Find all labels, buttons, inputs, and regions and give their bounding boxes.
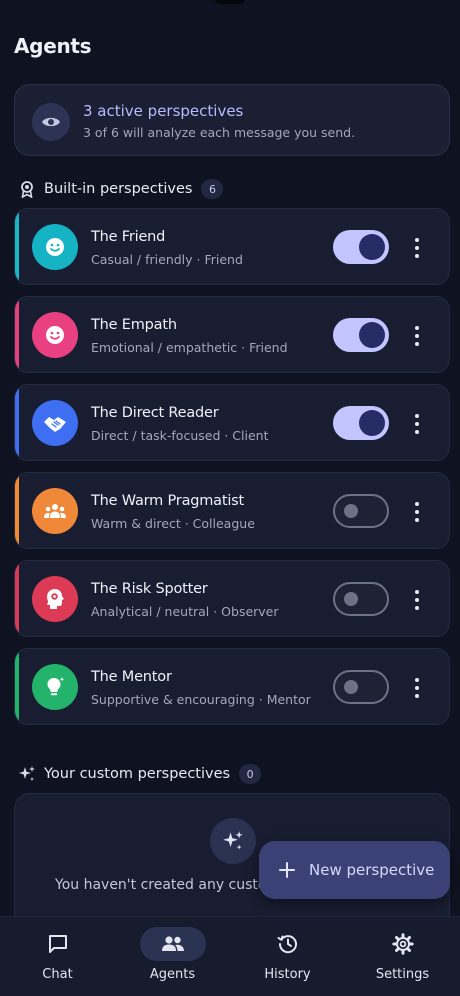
people-icon: [139, 927, 206, 961]
nav-agents[interactable]: Agents: [115, 917, 230, 996]
more-dot: [415, 606, 419, 610]
chat-icon: [25, 927, 91, 961]
more-dot: [415, 342, 419, 346]
gear-icon: [370, 927, 436, 961]
agent-card[interactable]: The Friend Casual / friendly · Friend: [14, 208, 450, 285]
more-dot: [415, 430, 419, 434]
agent-description: Casual / friendly · Friend: [91, 252, 243, 267]
camera-notch: [215, 0, 245, 4]
agent-enable-toggle[interactable]: [333, 582, 389, 616]
group-icon: [32, 488, 78, 534]
more-dot: [415, 254, 419, 258]
page-title: Agents: [14, 34, 92, 58]
agent-name: The Direct Reader: [91, 405, 219, 421]
smile-icon: [32, 312, 78, 358]
custom-count-badge: 0: [239, 764, 262, 784]
handshake-icon: [32, 400, 78, 446]
lightbulb-icon: [32, 664, 78, 710]
agent-description: Analytical / neutral · Observer: [91, 604, 279, 619]
agent-accent-bar: [15, 649, 19, 724]
nav-agents-label: Agents: [149, 967, 196, 982]
history-icon: [255, 927, 321, 961]
more-dot: [415, 334, 419, 338]
agent-enable-toggle[interactable]: [333, 494, 389, 528]
sparkles-icon: [210, 818, 256, 864]
eye-icon: [32, 103, 70, 141]
nav-settings-label: Settings: [375, 967, 430, 982]
agent-name: The Risk Spotter: [91, 581, 208, 597]
nav-settings[interactable]: Settings: [345, 917, 460, 996]
agent-name: The Mentor: [91, 669, 172, 685]
more-dot: [415, 238, 419, 242]
agent-accent-bar: [15, 473, 19, 548]
more-dot: [415, 422, 419, 426]
more-vertical-icon[interactable]: [407, 411, 427, 437]
plus-icon: [279, 862, 295, 878]
agent-description: Direct / task-focused · Client: [91, 428, 269, 443]
agent-enable-toggle[interactable]: [333, 230, 389, 264]
more-dot: [415, 510, 419, 514]
empty-state-text: You haven't created any custo: [55, 877, 267, 893]
builtin-section-header: Built-in perspectives 6: [18, 177, 224, 201]
nav-history-label: History: [264, 967, 311, 982]
agent-card[interactable]: The Risk Spotter Analytical / neutral · O…: [14, 560, 450, 637]
toggle-knob: [359, 322, 385, 348]
summary-title: 3 active perspectives: [83, 102, 244, 120]
builtin-section-label: Built-in perspectives: [44, 181, 193, 197]
agent-name: The Warm Pragmatist: [91, 493, 245, 509]
toggle-knob: [344, 504, 358, 518]
summary-subtitle: 3 of 6 will analyze each message you sen…: [83, 125, 356, 140]
custom-section-header: Your custom perspectives 0: [18, 762, 262, 786]
more-dot: [415, 326, 419, 330]
agent-enable-toggle[interactable]: [333, 318, 389, 352]
smile-icon: [32, 224, 78, 270]
agent-enable-toggle[interactable]: [333, 670, 389, 704]
sparkles-icon: [18, 765, 36, 783]
agent-accent-bar: [15, 209, 19, 284]
agent-accent-bar: [15, 297, 19, 372]
builtin-count-badge: 6: [201, 179, 224, 199]
more-dot: [415, 414, 419, 418]
nav-history[interactable]: History: [230, 917, 345, 996]
more-vertical-icon[interactable]: [407, 675, 427, 701]
more-dot: [415, 590, 419, 594]
more-vertical-icon[interactable]: [407, 587, 427, 613]
agent-name: The Empath: [91, 317, 177, 333]
award-badge-icon: [18, 180, 36, 198]
custom-section-label: Your custom perspectives: [44, 766, 231, 782]
agent-card[interactable]: The Mentor Supportive & encouraging · Men…: [14, 648, 450, 725]
toggle-knob: [344, 592, 358, 606]
more-dot: [415, 694, 419, 698]
agent-card[interactable]: The Warm Pragmatist Warm & direct · Colle…: [14, 472, 450, 549]
agent-enable-toggle[interactable]: [333, 406, 389, 440]
agent-card[interactable]: The Direct Reader Direct / task-focused ·…: [14, 384, 450, 461]
toggle-knob: [359, 234, 385, 260]
agent-card[interactable]: The Empath Emotional / empathetic · Frien…: [14, 296, 450, 373]
toggle-knob: [344, 680, 358, 694]
more-vertical-icon[interactable]: [407, 323, 427, 349]
nav-chat[interactable]: Chat: [0, 917, 115, 996]
more-vertical-icon[interactable]: [407, 499, 427, 525]
more-dot: [415, 686, 419, 690]
more-dot: [415, 518, 419, 522]
more-vertical-icon[interactable]: [407, 235, 427, 261]
agent-accent-bar: [15, 561, 19, 636]
nav-chat-label: Chat: [42, 967, 73, 982]
active-summary-card: 3 active perspectives 3 of 6 will analyz…: [14, 84, 450, 156]
brain-head-icon: [32, 576, 78, 622]
agent-description: Warm & direct · Colleague: [91, 516, 255, 531]
agent-description: Supportive & encouraging · Mentor: [91, 692, 311, 707]
agent-description: Emotional / empathetic · Friend: [91, 340, 288, 355]
more-dot: [415, 598, 419, 602]
toggle-knob: [359, 410, 385, 436]
more-dot: [415, 678, 419, 682]
more-dot: [415, 502, 419, 506]
agent-accent-bar: [15, 385, 19, 460]
agent-name: The Friend: [91, 229, 166, 245]
bottom-nav: Chat Agents History Settings: [0, 916, 460, 996]
new-perspective-label: New perspective: [309, 861, 435, 879]
more-dot: [415, 246, 419, 250]
new-perspective-button[interactable]: New perspective: [259, 841, 450, 899]
